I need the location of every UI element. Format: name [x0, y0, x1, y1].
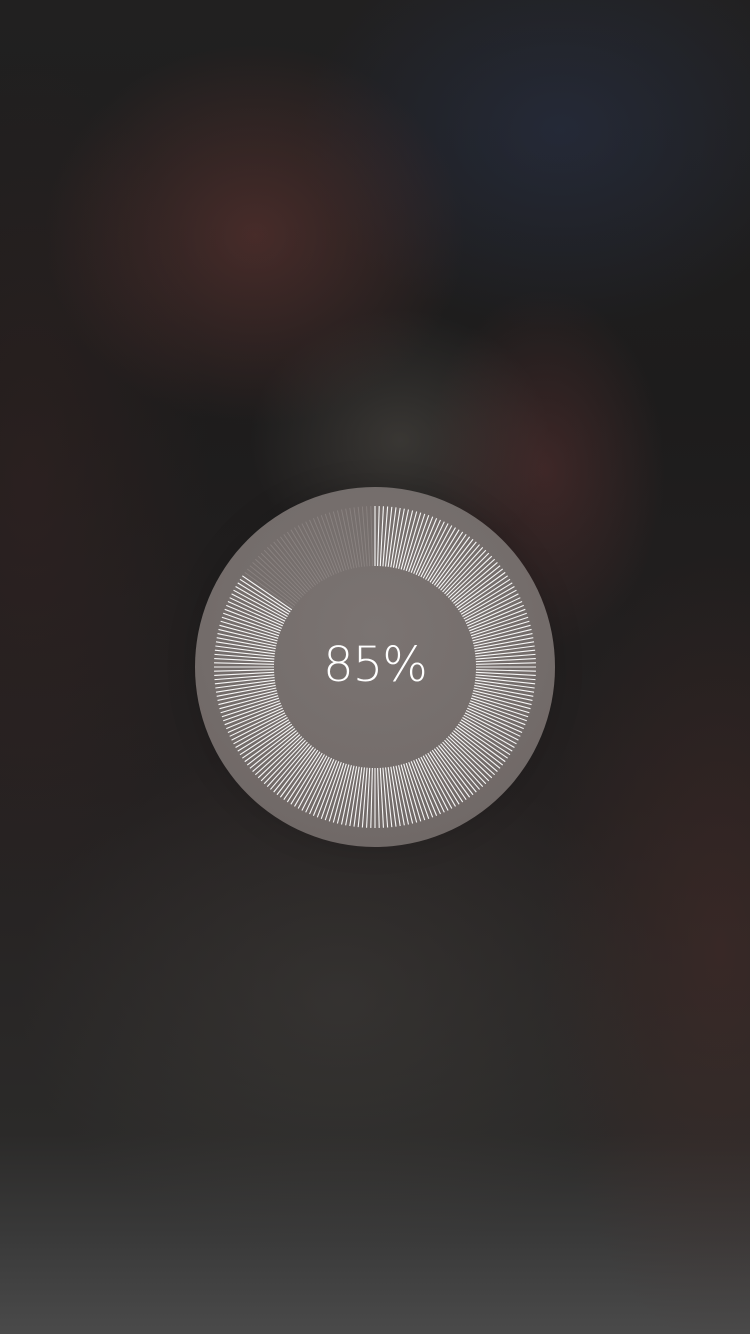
progress-tick-empty [366, 506, 371, 567]
progress-tick-filled [400, 511, 418, 570]
progress-tick-filled [379, 506, 384, 567]
progress-tick-empty [270, 544, 310, 591]
progress-tick-empty [332, 511, 350, 570]
progress-tick-filled [336, 765, 352, 824]
progress-tick-empty [336, 510, 352, 569]
progress-tick-empty [273, 541, 312, 589]
progress-tick-filled [400, 764, 418, 823]
progress-tick-filled [398, 765, 414, 824]
progress-percent-label: 85% [323, 637, 428, 693]
progress-tick-filled [219, 692, 278, 710]
progress-tick-empty [249, 565, 297, 604]
blurred-background: 85% [0, 0, 750, 1334]
progress-tick-filled [332, 764, 350, 823]
progress-tick-filled [370, 767, 373, 828]
progress-tick-filled [472, 692, 531, 710]
progress-tick-filled [377, 767, 380, 828]
progress-tick-filled [377, 506, 380, 567]
progress-tick-empty [301, 523, 330, 578]
progress-dial: 85% [195, 487, 555, 847]
progress-tick-empty [370, 506, 373, 567]
progress-tick-filled [366, 767, 371, 828]
progress-tick-filled [398, 510, 414, 569]
progress-tick-filled [379, 767, 384, 828]
